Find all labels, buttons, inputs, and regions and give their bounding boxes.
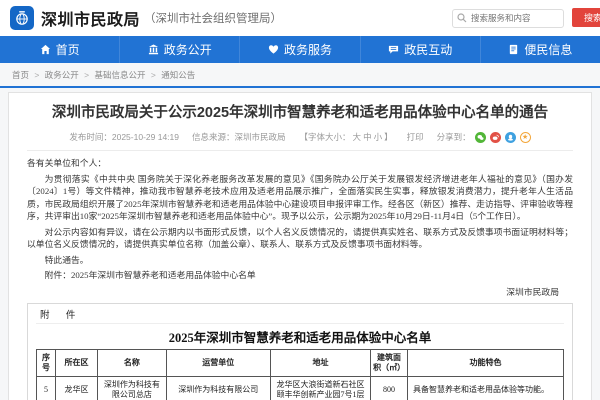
paragraph-2: 对公示内容如有异议，请在公示期内以书面形式反馈，以个人名义反馈情况的，请提供真实… (27, 226, 573, 250)
publish-time: 发布时间：2025-10-29 14:19 (69, 132, 179, 142)
share-label: 分享到： (436, 132, 471, 142)
nav-item-label: 便民信息 (524, 43, 573, 57)
paragraph-1: 为贯彻落实《中共中央 国务院关于深化养老服务改革发展的意见》《国务院办公厅关于发… (27, 173, 573, 222)
attachment-line: 附件：2025年深圳市智慧养老和适老用品体验中心名单 (44, 270, 256, 280)
salutation: 各有关单位和个人： (27, 158, 107, 168)
main-nav: 首页 政务公开 政务服务 政民互动 便民信息 (0, 36, 600, 63)
divider-blue-rule (0, 86, 600, 88)
paragraph-3: 特此通告。 (44, 254, 89, 265)
share-favorite-icon[interactable]: ★ (519, 131, 531, 143)
home-icon (40, 44, 50, 55)
article-title: 深圳市民政局关于公示2025年深圳市智慧养老和适老用品体验中心名单的通告 (51, 105, 549, 121)
nav-item-public-interaction[interactable]: 政民互动 (359, 36, 480, 63)
font-size-control: 【字体大小：大中小】 (299, 132, 393, 142)
table-header-row: 序号 所在区 名称 运营单位 地址 建筑面积（㎡） 功能特色 (36, 348, 565, 377)
cell-area: 800 (370, 375, 408, 400)
breadcrumb: 首页 > 政务公开 > 基础信息公开 > 通知公告 (0, 63, 600, 86)
cell-operator: 深圳作为科技有限公司 (165, 375, 271, 400)
chat-icon (389, 45, 399, 54)
site-title: 深圳市民政局 (41, 12, 141, 29)
nav-item-citizen-info[interactable]: 便民信息 (479, 36, 600, 63)
cell-district: 龙华区 (54, 375, 99, 400)
nav-item-label: 政务服务 (284, 43, 333, 57)
col-header-area: 建筑面积（㎡） (370, 348, 408, 377)
breadcrumb-separator: > (150, 70, 156, 80)
cell-address: 龙华区大浪街道新石社区颐丰华创新产业园7号1层 (269, 375, 372, 400)
nav-item-label: 首页 (55, 43, 80, 57)
breadcrumb-basic-info[interactable]: 基础信息公开 (94, 70, 145, 80)
breadcrumb-gov-disclosure[interactable]: 政务公开 (45, 70, 79, 80)
col-header-index: 序号 (36, 348, 56, 377)
nav-item-home[interactable]: 首页 (0, 36, 119, 63)
font-size-large[interactable]: 大 (353, 132, 362, 142)
centers-table: 序号 所在区 名称 运营单位 地址 建筑面积（㎡） 功能特色 5 龙华区 深圳作… (36, 348, 565, 400)
info-source: 信息来源：深圳市民政局 (192, 132, 286, 142)
share-row: 分享到： ★ (437, 131, 531, 143)
font-size-medium[interactable]: 中 (363, 132, 372, 142)
attachment-box: 附 件 2025年深圳市智慧养老和适老用品体验中心名单 序号 所在区 名称 运营… (27, 302, 573, 400)
col-header-address: 地址 (269, 348, 372, 377)
nav-item-gov-disclosure[interactable]: 政务公开 (119, 36, 239, 63)
heart-service-icon (268, 45, 279, 54)
nav-item-label: 政民互动 (404, 43, 453, 57)
table-row: 5 龙华区 深圳作为科技有限公司总店 深圳作为科技有限公司 龙华区大浪街道新石社… (36, 375, 565, 400)
col-header-district: 所在区 (54, 348, 99, 377)
ministry-emblem-icon (10, 6, 34, 30)
article-meta: 发布时间：2025-10-29 14:19 信息来源：深圳市民政局 【字体大小：… (27, 131, 573, 151)
breadcrumb-notices[interactable]: 通知公告 (161, 70, 195, 80)
share-wechat-icon[interactable] (474, 131, 486, 143)
cell-features: 具备智慧养老和适老用品体验等功能。 (406, 375, 565, 400)
search-input[interactable] (452, 8, 564, 28)
breadcrumb-separator: > (84, 70, 90, 80)
nav-item-label: 政务公开 (163, 43, 212, 57)
signature: 深圳市民政局 (506, 286, 559, 297)
attachment-label: 附 件 (36, 306, 564, 324)
search-button[interactable]: 搜索 (572, 8, 600, 28)
print-button[interactable]: 打印 (407, 131, 424, 143)
search-icon (457, 12, 467, 22)
article-card: 深圳市民政局关于公示2025年深圳市智慧养老和适老用品体验中心名单的通告 发布时… (8, 92, 592, 400)
search-bar: 搜索 (452, 8, 600, 28)
article-body: 各有关单位和个人： 为贯彻落实《中共中央 国务院关于深化养老服务改革发展的意见》… (27, 157, 573, 282)
share-qq-icon[interactable] (504, 131, 516, 143)
cell-name: 深圳作为科技有限公司总店 (97, 375, 167, 400)
document-icon (510, 44, 518, 55)
share-weibo-icon[interactable] (489, 131, 501, 143)
bank-icon (148, 44, 158, 55)
cell-index: 5 (36, 375, 56, 400)
table-title: 2025年深圳市智慧养老和适老用品体验中心名单 (168, 330, 432, 345)
site-subtitle: （深圳市社会组织管理局） (144, 13, 283, 25)
col-header-features: 功能特色 (406, 348, 565, 377)
nav-item-gov-services[interactable]: 政务服务 (239, 36, 359, 63)
col-header-name: 名称 (97, 348, 167, 377)
site-header: 深圳市民政局 （深圳市社会组织管理局） 搜索 (0, 0, 600, 36)
breadcrumb-separator: > (34, 70, 40, 80)
breadcrumb-home[interactable]: 首页 (12, 70, 29, 80)
col-header-operator: 运营单位 (165, 348, 271, 377)
font-size-small[interactable]: 小 (374, 132, 383, 142)
